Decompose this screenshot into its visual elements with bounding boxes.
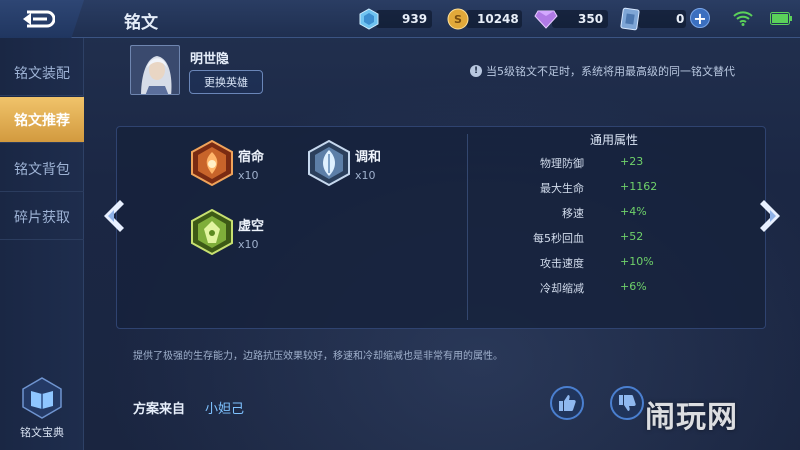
crystal-resource: 939 — [358, 7, 427, 31]
change-hero-button[interactable]: 更换英雄 — [189, 70, 263, 94]
rune-name: 虚空 — [238, 219, 265, 234]
info-icon: ! — [470, 65, 482, 77]
thumbs-down-icon — [619, 395, 636, 411]
scheme-description: 提供了极强的生存能力，边路抗压效果较好，移速和冷却缩减也是非常有用的属性。 — [133, 351, 503, 362]
sidebar-item-rune-equip[interactable]: 铭文装配 — [0, 50, 84, 96]
sidebar-item-label: 铭文背包 — [14, 161, 70, 178]
battery-icon — [770, 12, 792, 25]
back-button[interactable] — [0, 0, 84, 38]
back-arrow-icon — [23, 10, 55, 28]
rune-name: 宿命 — [238, 150, 265, 165]
hero-avatar[interactable] — [130, 45, 180, 95]
hero-name: 明世隐 — [190, 52, 230, 67]
attribute-name: 移速 — [562, 207, 584, 220]
sidebar-item-label: 铭文推荐 — [14, 112, 70, 129]
watermark-logo: 闹玩网 — [645, 400, 738, 435]
attribute-name: 每5秒回血 — [533, 232, 584, 245]
coupon-card-icon — [620, 7, 640, 31]
rune-count: x10 — [238, 238, 259, 251]
attribute-row: 物理防御 +23 — [470, 155, 730, 171]
source-label: 方案来自 — [133, 402, 186, 417]
gold-coin-icon: S — [447, 8, 469, 30]
coupon-resource: 0 — [620, 7, 684, 31]
sidebar-item-label: 铭文装配 — [14, 65, 70, 82]
attribute-value: +4% — [620, 205, 647, 218]
diamond-icon — [534, 10, 558, 29]
attribute-name: 物理防御 — [540, 157, 584, 170]
sidebar: 铭文装配 铭文推荐 铭文背包 碎片获取 铭文宝典 — [0, 38, 84, 450]
attribute-name: 冷却缩减 — [540, 282, 584, 295]
rune-count: x10 — [355, 169, 376, 182]
attribute-row: 攻击速度 +10% — [470, 255, 730, 271]
gold-count: 10248 — [477, 12, 519, 26]
source-author-link[interactable]: 小妲己 — [205, 398, 244, 417]
thumbs-up-icon — [559, 395, 576, 411]
panel-divider — [467, 134, 468, 320]
attribute-value: +23 — [620, 155, 644, 168]
svg-text:S: S — [454, 13, 462, 26]
next-arrow-icon[interactable] — [756, 196, 784, 236]
attribute-name: 最大生命 — [540, 182, 584, 195]
attribute-row: 最大生命 +1162 — [470, 180, 730, 196]
wifi-icon — [733, 11, 753, 26]
top-bar: 铭文 939 S 10248 350 0 + — [0, 0, 800, 38]
attribute-value: +52 — [620, 230, 644, 243]
attribute-value: +10% — [620, 255, 654, 268]
rune-codex-button[interactable]: 铭文宝典 — [12, 376, 72, 446]
rune-item-fate[interactable]: 宿命 x10 — [190, 140, 264, 186]
attribute-row: 移速 +4% — [470, 205, 730, 221]
gold-resource: S 10248 — [447, 7, 519, 31]
crystal-icon — [359, 8, 379, 30]
sidebar-item-label: 碎片获取 — [14, 209, 70, 226]
attributes-title: 通用属性 — [590, 133, 639, 147]
prev-arrow-icon[interactable] — [100, 196, 128, 236]
sidebar-item-rune-bag[interactable]: 铭文背包 — [0, 146, 84, 192]
like-button[interactable] — [550, 386, 584, 420]
diamond-resource: 350 — [534, 7, 603, 31]
rune-count: x10 — [238, 169, 259, 182]
diamond-count: 350 — [578, 12, 604, 26]
attribute-row: 冷却缩减 +6% — [470, 280, 730, 296]
notice-text: 当5级铭文不足时，系统将用最高级的同一铭文替代 — [486, 65, 735, 78]
void-rune-icon — [191, 209, 233, 255]
rune-notice: ! 当5级铭文不足时，系统将用最高级的同一铭文替代 — [470, 63, 735, 79]
sidebar-item-fragment-acquire[interactable]: 碎片获取 — [0, 194, 84, 240]
attribute-value: +1162 — [620, 180, 658, 193]
rune-item-void[interactable]: 虚空 x10 — [190, 209, 264, 255]
hero-portrait-icon — [131, 46, 179, 94]
harmony-rune-icon — [308, 140, 350, 186]
rune-item-harmony[interactable]: 调和 x10 — [307, 140, 381, 186]
fate-rune-icon — [191, 140, 233, 186]
page-title: 铭文 — [124, 13, 158, 33]
coupon-count: 0 — [676, 12, 685, 26]
attribute-name: 攻击速度 — [540, 257, 584, 270]
dislike-button[interactable] — [610, 386, 644, 420]
recharge-plus-button[interactable]: + — [690, 8, 710, 28]
sidebar-item-rune-recommend[interactable]: 铭文推荐 — [0, 97, 84, 143]
crystal-count: 939 — [402, 12, 428, 26]
attribute-value: +6% — [620, 280, 647, 293]
codex-book-icon — [22, 377, 62, 419]
attribute-row: 每5秒回血 +52 — [470, 230, 730, 246]
codex-label: 铭文宝典 — [20, 426, 64, 439]
rune-name: 调和 — [355, 150, 382, 165]
